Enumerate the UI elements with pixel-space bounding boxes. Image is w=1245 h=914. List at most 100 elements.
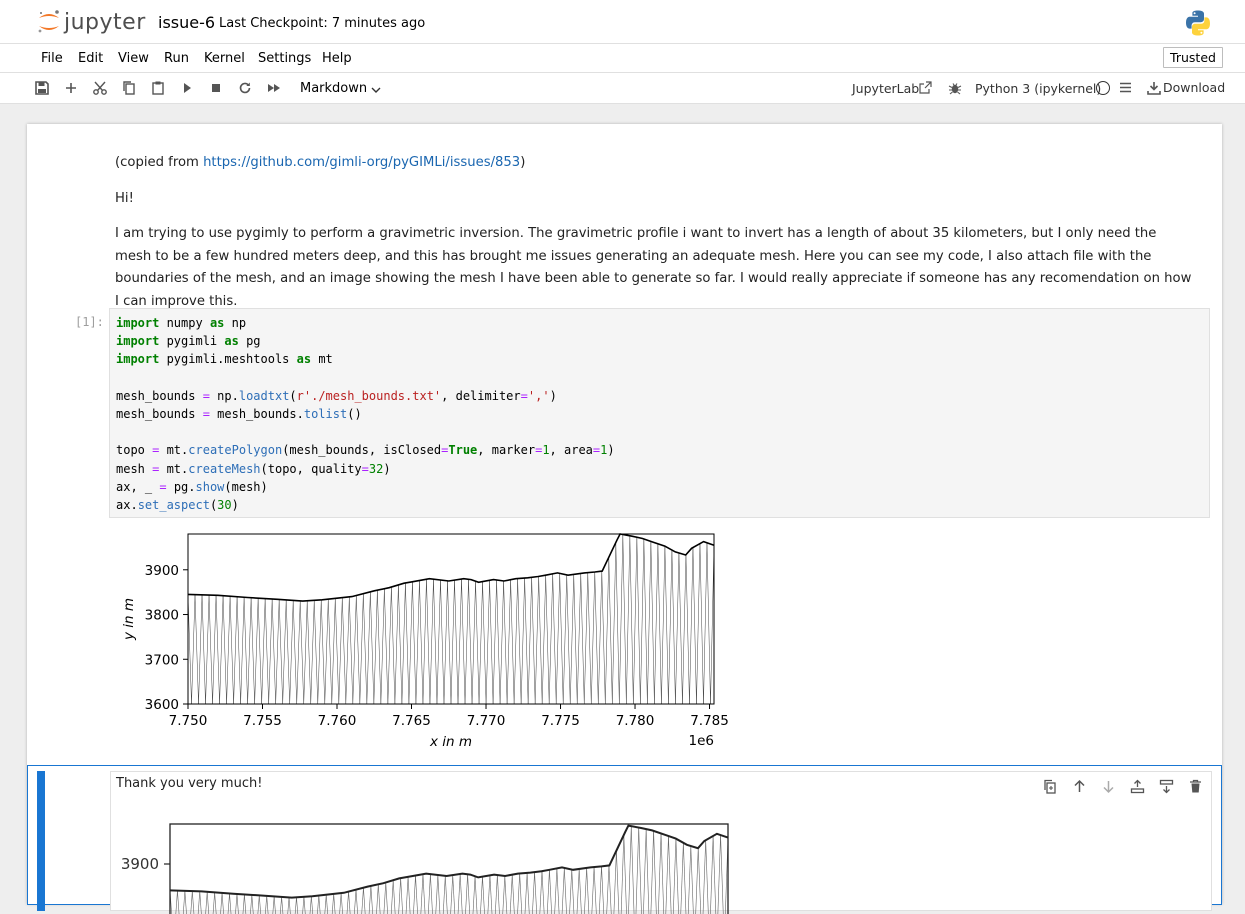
copied-suffix: )	[520, 155, 526, 170]
mesh-edge	[668, 550, 673, 705]
menu-run[interactable]: Run	[164, 51, 189, 66]
mesh-edge	[573, 574, 578, 705]
attached-mesh-edge	[273, 896, 276, 914]
code-cell-input[interactable]: import numpy as np import pygimli as pg …	[109, 308, 1210, 518]
fast-forward-icon[interactable]	[266, 80, 282, 96]
mesh-edge	[324, 599, 329, 705]
attached-mesh-edge	[480, 876, 483, 914]
attached-mesh-edge	[660, 833, 665, 914]
attached-mesh-edge	[430, 874, 433, 914]
mesh-edge	[622, 534, 627, 705]
delete-cell-icon[interactable]	[1188, 779, 1203, 794]
active-cell-editor[interactable]: Thank you very much! 3900	[110, 771, 1212, 914]
cell-type-select[interactable]: Markdown	[300, 81, 367, 96]
attached-mesh-edge	[212, 892, 215, 914]
mesh-edge	[310, 600, 315, 705]
run-icon[interactable]	[179, 80, 195, 96]
mesh-edge	[692, 547, 697, 705]
mesh-edge	[292, 600, 297, 705]
mesh-edge	[633, 537, 638, 705]
attached-mesh-edge	[288, 897, 291, 914]
save-icon[interactable]	[34, 80, 50, 96]
top-header: jupyter issue-6 Last Checkpoint: 7 minut…	[0, 0, 1245, 44]
restart-icon[interactable]	[237, 80, 253, 96]
attached-mesh-edge	[333, 893, 336, 914]
insert-above-icon[interactable]	[1130, 779, 1145, 794]
attached-mesh-edge	[710, 835, 714, 914]
attached-mesh-edge	[400, 878, 403, 914]
mesh-edge	[219, 595, 224, 705]
mesh-edge	[191, 594, 196, 705]
kernel-name[interactable]: Python 3 (ipykernel)	[975, 81, 1101, 96]
attached-mesh-edge	[244, 894, 247, 914]
active-cell-indicator	[37, 771, 45, 911]
trusted-indicator[interactable]: Trusted	[1163, 47, 1223, 68]
mesh-edge	[257, 598, 262, 705]
attached-mesh-edge	[339, 893, 342, 914]
attached-mesh-edge	[489, 875, 493, 914]
y-tick-label: 3900	[145, 563, 179, 579]
mesh-edge	[198, 594, 203, 705]
attached-mesh-edge	[221, 892, 224, 914]
attached-mesh-edge	[250, 894, 253, 914]
active-cell[interactable]: Thank you very much! 3900	[27, 765, 1222, 914]
mesh-edge	[306, 600, 311, 705]
mesh-edge	[296, 600, 301, 705]
cut-icon[interactable]	[92, 80, 108, 96]
notebook-title[interactable]: issue-6	[158, 13, 215, 32]
paste-icon[interactable]	[150, 80, 166, 96]
insert-below-icon[interactable]	[1159, 779, 1174, 794]
kernel-status-idle-icon	[1096, 81, 1110, 95]
attached-mesh-edge	[502, 875, 506, 914]
notebook-panel: (copied from https://github.com/gimli-or…	[27, 124, 1222, 914]
move-up-icon[interactable]	[1072, 779, 1087, 794]
menu-edit[interactable]: Edit	[78, 51, 103, 66]
attached-mesh-edge	[355, 889, 358, 914]
external-link-icon[interactable]	[919, 81, 932, 94]
mesh-edge	[706, 542, 711, 705]
jupyter-logo[interactable]: jupyter	[36, 8, 146, 36]
chevron-down-icon[interactable]	[370, 84, 382, 96]
checkpoint-status: Last Checkpoint: 7 minutes ago	[219, 16, 426, 31]
attached-mesh-edge	[266, 895, 269, 914]
code-editor[interactable]: import numpy as np import pygimli as pg …	[116, 314, 615, 514]
attached-mesh-edge	[601, 866, 605, 914]
markdown-cell[interactable]: (copied from https://github.com/gimli-or…	[115, 152, 1195, 326]
menu-kernel[interactable]: Kernel	[204, 51, 245, 66]
attached-mesh-edge	[467, 874, 471, 914]
mesh-edge	[387, 587, 392, 705]
mesh-edge	[236, 596, 241, 705]
attached-mesh-edge	[687, 845, 692, 914]
attached-mesh-edge	[317, 895, 320, 914]
attached-y-tick-label: 3900	[121, 855, 159, 873]
menu-settings[interactable]: Settings	[258, 51, 311, 66]
menu-file[interactable]: File	[41, 51, 63, 66]
copy-icon[interactable]	[121, 80, 137, 96]
mesh-edge	[212, 595, 217, 705]
attached-mesh-edge	[287, 897, 290, 914]
attached-mesh-edge	[346, 891, 349, 914]
download-button[interactable]: Download	[1147, 80, 1225, 95]
x-tick-label: 7.775	[541, 713, 580, 729]
debugger-icon[interactable]	[948, 81, 962, 95]
mesh-edge	[366, 591, 371, 705]
attached-plot-frame	[169, 823, 729, 914]
mesh-edge	[545, 575, 550, 705]
duplicate-cell-icon[interactable]	[1043, 779, 1058, 794]
mesh-edge	[384, 588, 389, 705]
hamburger-menu-icon[interactable]	[1119, 81, 1132, 94]
mesh-edge	[338, 597, 343, 705]
issue-link[interactable]: https://github.com/gimli-org/pyGIMLi/iss…	[203, 155, 520, 170]
move-down-icon[interactable]	[1101, 779, 1116, 794]
attached-mesh-edge	[311, 896, 314, 914]
menu-help[interactable]: Help	[322, 51, 352, 66]
mesh-edge	[685, 554, 690, 705]
open-jupyterlab-link[interactable]: JupyterLab	[852, 81, 919, 96]
menu-view[interactable]: View	[118, 51, 149, 66]
mesh-boundary-line	[187, 533, 715, 602]
stop-icon[interactable]	[208, 80, 224, 96]
attached-mesh-edge	[504, 875, 508, 914]
add-cell-icon[interactable]	[63, 80, 79, 96]
attached-mesh-edge	[420, 874, 424, 914]
notebook-toolbar: Markdown JupyterLab Python 3 (ipykernel)…	[0, 73, 1245, 104]
